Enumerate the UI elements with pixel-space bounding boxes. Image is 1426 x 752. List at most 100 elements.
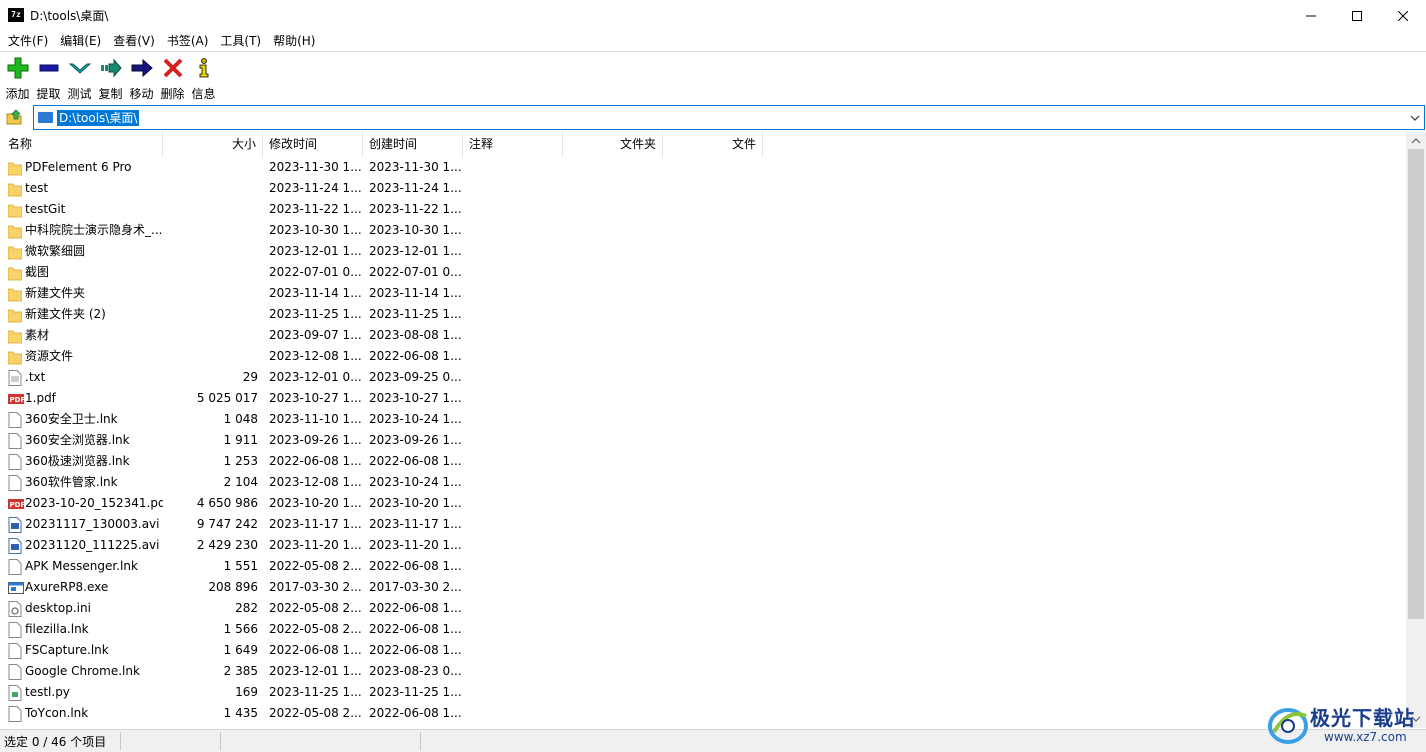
column-modified[interactable]: 修改时间 (263, 132, 363, 157)
file-name: PDFelement 6 Pro (25, 160, 132, 174)
table-row[interactable]: 新建文件夹 (2) 2023-11-25 1... 2023-11-25 1... (2, 304, 1406, 325)
file-created: 2023-09-26 1... (369, 433, 461, 447)
window-title: D:\tools\桌面\ (30, 9, 109, 23)
file-modified: 2023-10-27 1... (269, 391, 361, 405)
extract-button[interactable]: 提取 (33, 52, 64, 102)
file-created: 2023-10-30 1... (369, 223, 461, 237)
maximize-button[interactable] (1334, 0, 1380, 31)
chevron-down-icon[interactable] (1410, 113, 1420, 123)
table-row[interactable]: 360安全卫士.lnk 1 048 2023-11-10 1... 2023-10-2… (2, 409, 1406, 430)
column-folders[interactable]: 文件夹 (563, 132, 663, 157)
menu-edit[interactable]: 编辑(E) (54, 31, 107, 51)
table-row[interactable]: 素材 2023-09-07 1... 2023-08-08 1... (2, 325, 1406, 346)
table-row[interactable]: APK Messenger.lnk 1 551 2022-05-08 2... 202… (2, 556, 1406, 577)
file-size (162, 178, 258, 199)
file-created: 2022-06-08 1... (369, 601, 461, 615)
close-button[interactable] (1380, 0, 1426, 31)
folder-icon (7, 181, 23, 197)
table-row[interactable]: 截图 2022-07-01 0... 2022-07-01 0... (2, 262, 1406, 283)
table-row[interactable]: ToYcon.lnk 1 435 2022-05-08 2... 2022-06-08… (2, 703, 1406, 724)
table-row[interactable]: PDF 2023-10-20_152341.pdf 4 650 986 2023-10… (2, 493, 1406, 514)
file-name: 资源文件 (25, 349, 74, 363)
file-created: 2023-08-08 1... (369, 328, 461, 342)
table-row[interactable]: 360软件管家.lnk 2 104 2023-12-08 1... 2023-10-2… (2, 472, 1406, 493)
table-row[interactable]: testl.py 169 2023-11-25 1... 2023-11-25 1..… (2, 682, 1406, 703)
file-modified: 2022-05-08 2... (269, 622, 361, 636)
file-size: 282 (235, 601, 258, 615)
menu-file[interactable]: 文件(F) (2, 31, 54, 51)
file-created: 2023-11-25 1... (369, 307, 461, 321)
file-modified: 2023-10-20 1... (269, 496, 361, 510)
column-name[interactable]: 名称 (2, 132, 163, 157)
table-row[interactable]: 中科院院士演示隐身术_... 2023-10-30 1... 2023-10-30 … (2, 220, 1406, 241)
info-button[interactable]: 信息 (188, 52, 219, 102)
column-size[interactable]: 大小 (163, 132, 263, 157)
title-bar: 7z D:\tools\桌面\ (0, 0, 1426, 31)
table-row[interactable]: 360极速浏览器.lnk 1 253 2022-06-08 1... 2022-06-… (2, 451, 1406, 472)
delete-label: 删除 (160, 87, 185, 101)
table-row[interactable]: 20231120_111225.avi 2 429 230 2023-11-20 1… (2, 535, 1406, 556)
file-name: 1.pdf (25, 391, 56, 405)
table-row[interactable]: PDFelement 6 Pro 2023-11-30 1... 2023-11-3… (2, 157, 1406, 178)
file-name: 新建文件夹 (2) (25, 307, 106, 321)
table-row[interactable]: 微软繁细圆 2023-12-01 1... 2023-12-01 1... (2, 241, 1406, 262)
file-modified: 2022-05-08 2... (269, 559, 361, 573)
file-size (162, 157, 258, 178)
column-files[interactable]: 文件 (663, 132, 763, 157)
menu-help[interactable]: 帮助(H) (267, 31, 321, 51)
table-row[interactable]: test 2023-11-24 1... 2023-11-24 1... (2, 178, 1406, 199)
file-created: 2023-11-14 1... (369, 286, 461, 300)
table-row[interactable]: PDF 1.pdf 5 025 017 2023-10-27 1... 2023-10-… (2, 388, 1406, 409)
vertical-scrollbar[interactable] (1406, 132, 1426, 728)
delete-button[interactable]: 删除 (157, 52, 188, 102)
menu-tools[interactable]: 工具(T) (214, 31, 267, 51)
move-button[interactable]: 移动 (126, 52, 157, 102)
table-row[interactable]: filezilla.lnk 1 566 2022-05-08 2... 2022-06… (2, 619, 1406, 640)
scroll-thumb[interactable] (1408, 149, 1424, 619)
table-row[interactable]: .txt 29 2023-12-01 0... 2023-09-25 0... (2, 367, 1406, 388)
minimize-button[interactable] (1288, 0, 1334, 31)
svg-text:PDF: PDF (10, 396, 25, 404)
column-created[interactable]: 创建时间 (363, 132, 463, 157)
test-icon (68, 56, 92, 80)
add-button[interactable]: 添加 (2, 52, 33, 102)
pdf-file-icon: PDF (8, 391, 25, 407)
column-comment[interactable]: 注释 (463, 132, 563, 157)
file-file-icon (8, 433, 22, 449)
address-combobox[interactable]: D:\tools\桌面\ (33, 105, 1425, 130)
py-file-icon (8, 685, 22, 701)
file-modified: 2023-11-22 1... (269, 202, 361, 216)
menu-bar: 文件(F) 编辑(E) 查看(V) 书签(A) 工具(T) 帮助(H) (0, 31, 1426, 51)
file-name: 微软繁细圆 (25, 244, 86, 258)
menu-bookmarks[interactable]: 书签(A) (161, 31, 215, 51)
file-size: 1 048 (223, 412, 258, 426)
file-modified: 2023-11-25 1... (269, 685, 361, 699)
file-name: 360极速浏览器.lnk (25, 454, 130, 468)
file-file-icon (8, 559, 22, 575)
file-name: desktop.ini (25, 601, 91, 615)
table-row[interactable]: 资源文件 2023-12-08 1... 2022-06-08 1... (2, 346, 1406, 367)
file-list[interactable]: 名称 大小 修改时间 创建时间 注释 文件夹 文件 PDFelement 6 P… (2, 132, 1406, 728)
menu-view[interactable]: 查看(V) (107, 31, 161, 51)
file-size (162, 220, 258, 241)
table-row[interactable]: 360安全浏览器.lnk 1 911 2023-09-26 1... 2023-09-… (2, 430, 1406, 451)
move-icon (130, 56, 154, 80)
file-name: AxureRP8.exe (25, 580, 109, 594)
table-row[interactable]: Google Chrome.lnk 2 385 2023-12-01 1... 202… (2, 661, 1406, 682)
file-file-icon (8, 622, 22, 638)
address-path[interactable]: D:\tools\桌面\ (57, 110, 140, 126)
test-button[interactable]: 测试 (64, 52, 95, 102)
up-folder-button[interactable] (4, 107, 24, 127)
file-size: 1 435 (223, 706, 258, 720)
file-size: 29 (242, 370, 258, 384)
copy-button[interactable]: 复制 (95, 52, 126, 102)
table-row[interactable]: FSCapture.lnk 1 649 2022-06-08 1... 2022-06… (2, 640, 1406, 661)
status-bar: 选定 0 / 46 个项目 (0, 729, 1426, 752)
svg-text:PDF: PDF (10, 501, 25, 509)
table-row[interactable]: testGit 2023-11-22 1... 2023-11-22 1... (2, 199, 1406, 220)
table-row[interactable]: 20231117_130003.avi 9 747 242 2023-11-17 1… (2, 514, 1406, 535)
text-file-icon (8, 370, 22, 386)
table-row[interactable]: AxureRP8.exe 208 896 2017-03-30 2... 2017-0… (2, 577, 1406, 598)
table-row[interactable]: 新建文件夹 2023-11-14 1... 2023-11-14 1... (2, 283, 1406, 304)
table-row[interactable]: desktop.ini 282 2022-05-08 2... 2022-06-08 … (2, 598, 1406, 619)
